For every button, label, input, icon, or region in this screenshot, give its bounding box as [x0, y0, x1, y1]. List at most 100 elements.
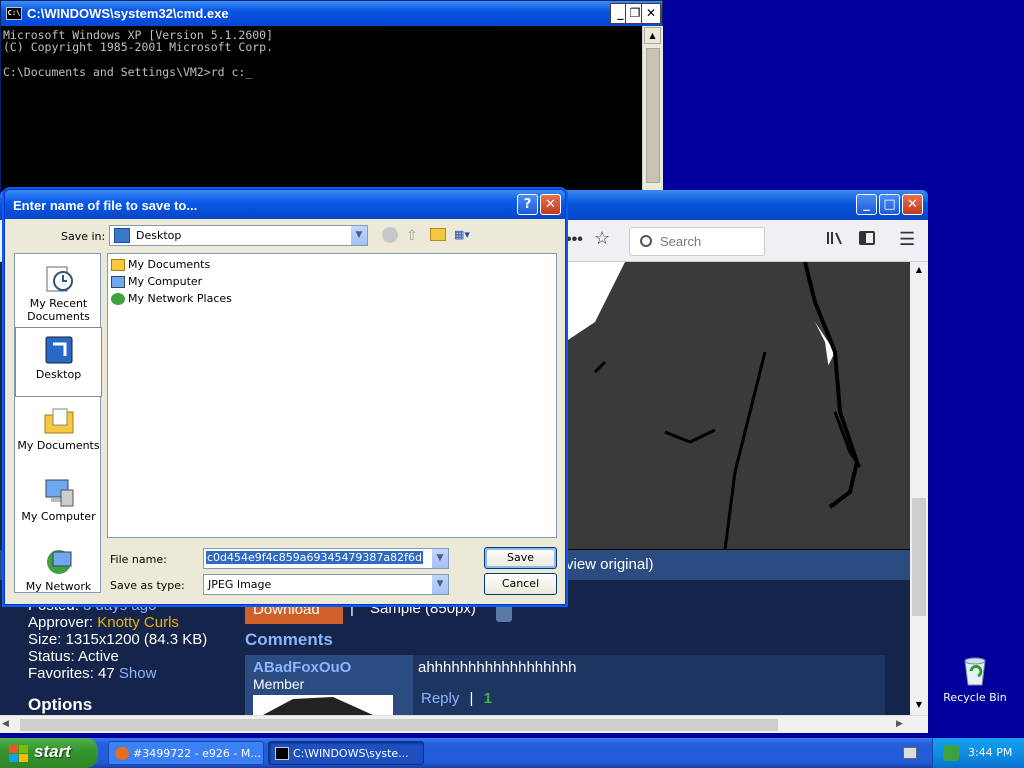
console-prompt: C:\Documents and Settings\VM2>rd c:_: [3, 64, 640, 79]
scroll-right-icon[interactable]: ▶: [896, 718, 903, 729]
list-item[interactable]: My Documents: [111, 258, 210, 274]
favorites-info: Favorites: 47 Show: [28, 665, 156, 682]
maximize-icon[interactable]: □: [879, 194, 900, 215]
scroll-down-icon[interactable]: ▼: [910, 697, 928, 714]
comment-separator: |: [469, 690, 474, 707]
cmd-titlebar[interactable]: C:\ C:\WINDOWS\system32\cmd.exe _ ❐ ✕: [1, 1, 662, 26]
place-desktop[interactable]: Desktop: [15, 327, 102, 397]
clock[interactable]: 3:44 PM: [968, 746, 1012, 759]
network-icon: [111, 293, 125, 305]
scroll-thumb[interactable]: [646, 48, 660, 183]
place-label: My Recent Documents: [27, 297, 90, 323]
sample-dropdown-icon[interactable]: [496, 602, 512, 622]
place-recent-documents[interactable]: My Recent Documents: [15, 257, 102, 327]
comment-box: ABadFoxOuO Member ahhhhhhhhhhhhhhhhhh Re…: [245, 655, 885, 715]
scroll-left-icon[interactable]: ◀: [2, 718, 9, 729]
up-folder-icon[interactable]: ⇧: [406, 227, 422, 243]
dialog-titlebar[interactable]: Enter name of file to save to... ? ✕: [5, 190, 565, 219]
list-item[interactable]: My Network Places: [111, 292, 232, 308]
place-my-computer[interactable]: My Computer: [15, 470, 102, 540]
close-icon[interactable]: ✕: [641, 3, 661, 24]
view-menu-icon[interactable]: ▦▾: [454, 228, 476, 242]
scroll-up-icon[interactable]: ▲: [910, 262, 928, 279]
save-in-label: Save in:: [61, 230, 106, 243]
taskbar-item-browser[interactable]: #3499722 - e926 - M...: [108, 741, 264, 765]
file-label: My Documents: [128, 258, 211, 271]
recycle-bin[interactable]: Recycle Bin: [940, 655, 1010, 704]
comment-avatar[interactable]: [253, 695, 393, 715]
save-in-select[interactable]: Desktop ▼: [109, 225, 368, 246]
chevron-down-icon[interactable]: ▼: [350, 226, 367, 245]
save-in-value: Desktop: [136, 229, 182, 242]
browser-icon: [115, 747, 129, 760]
chevron-down-icon[interactable]: ▼: [431, 549, 448, 568]
place-my-documents[interactable]: My Documents: [15, 399, 102, 469]
taskbar-item-cmd[interactable]: C:\WINDOWS\syste...: [268, 741, 424, 765]
start-label: start: [34, 742, 71, 761]
cursor: _: [245, 64, 253, 79]
sidebar-icon[interactable]: [859, 231, 875, 245]
system-tray: 3:44 PM: [932, 738, 1024, 768]
windows-logo-icon: [9, 745, 29, 762]
console-line: (C) Copyright 1985-2001 Microsoft Corp.: [3, 40, 274, 55]
approver-info: Approver: Knotty Curls: [28, 614, 179, 631]
comment-role: Member: [253, 676, 305, 692]
scroll-thumb[interactable]: [20, 719, 778, 731]
back-icon[interactable]: [382, 227, 398, 243]
browser-horizontal-scrollbar[interactable]: ◀ ▶: [0, 715, 928, 733]
file-label: My Computer: [128, 275, 203, 288]
file-name-field[interactable]: c0d454e9f4c859a69345479387a82f6d ▼: [203, 548, 449, 569]
cmd-icon: C:\: [6, 7, 22, 20]
place-label: Desktop: [35, 368, 82, 381]
scroll-thumb[interactable]: [912, 498, 926, 616]
task-label: C:\WINDOWS\syste...: [293, 747, 409, 760]
close-icon[interactable]: ✕: [902, 194, 923, 215]
new-folder-icon[interactable]: [430, 228, 446, 241]
library-icon[interactable]: [826, 230, 844, 246]
cmd-console[interactable]: Microsoft Windows XP [Version 5.1.2600](…: [1, 26, 642, 191]
reply-link[interactable]: Reply: [421, 690, 459, 707]
network-status-icon[interactable]: [943, 745, 959, 761]
chevron-down-icon[interactable]: ▼: [431, 575, 448, 594]
browser-vertical-scrollbar[interactable]: ▲ ▼: [910, 262, 928, 715]
file-list[interactable]: My Documents My Computer My Network Plac…: [107, 253, 557, 538]
cmd-window: C:\ C:\WINDOWS\system32\cmd.exe _ ❐ ✕ Mi…: [0, 0, 663, 191]
more-icon[interactable]: •••: [566, 231, 583, 249]
save-as-type-select[interactable]: JPEG Image ▼: [203, 574, 449, 595]
recycle-bin-label: Recycle Bin: [943, 691, 1007, 704]
approver-link[interactable]: Knotty Curls: [97, 614, 179, 631]
menu-icon[interactable]: ☰: [899, 229, 915, 250]
scroll-up-icon[interactable]: ▲: [644, 27, 661, 44]
comment-author[interactable]: ABadFoxOuO: [253, 659, 351, 676]
comment-score: 1: [483, 690, 492, 707]
save-as-type-value: JPEG Image: [208, 578, 272, 591]
save-as-type-label: Save as type:: [110, 579, 185, 592]
place-my-network[interactable]: My Network: [15, 540, 102, 594]
cancel-button[interactable]: Cancel: [484, 573, 557, 595]
save-button[interactable]: Save: [484, 547, 557, 569]
close-icon[interactable]: ✕: [540, 194, 561, 215]
artwork-image[interactable]: [565, 262, 910, 550]
places-bar: My Recent Documents Desktop My Documents…: [14, 253, 102, 594]
approver-label: Approver:: [28, 614, 94, 631]
comment-text: ahhhhhhhhhhhhhhhhhh: [418, 659, 577, 676]
task-label: #3499722 - e926 - M...: [133, 747, 261, 760]
desktop-icon: [43, 334, 75, 366]
keyboard-icon[interactable]: [903, 747, 917, 759]
help-icon[interactable]: ?: [517, 194, 538, 215]
view-original-link[interactable]: view original): [566, 556, 654, 573]
minimize-icon[interactable]: _: [856, 194, 877, 215]
start-button[interactable]: start: [0, 738, 98, 768]
comments-heading: Comments: [245, 630, 333, 649]
my-documents-icon: [43, 405, 75, 437]
bookmark-star-icon[interactable]: ☆: [594, 228, 610, 249]
search-icon: [640, 235, 652, 247]
comment-actions: Reply | 1: [421, 690, 492, 707]
cmd-scrollbar[interactable]: ▲: [642, 26, 663, 191]
favorites-show-link[interactable]: Show: [119, 665, 157, 682]
file-name-value: c0d454e9f4c859a69345479387a82f6d: [206, 551, 424, 564]
search-placeholder: Search: [660, 234, 702, 249]
search-input[interactable]: Search: [629, 227, 765, 256]
options-heading: Options: [28, 695, 93, 714]
list-item[interactable]: My Computer: [111, 275, 202, 291]
